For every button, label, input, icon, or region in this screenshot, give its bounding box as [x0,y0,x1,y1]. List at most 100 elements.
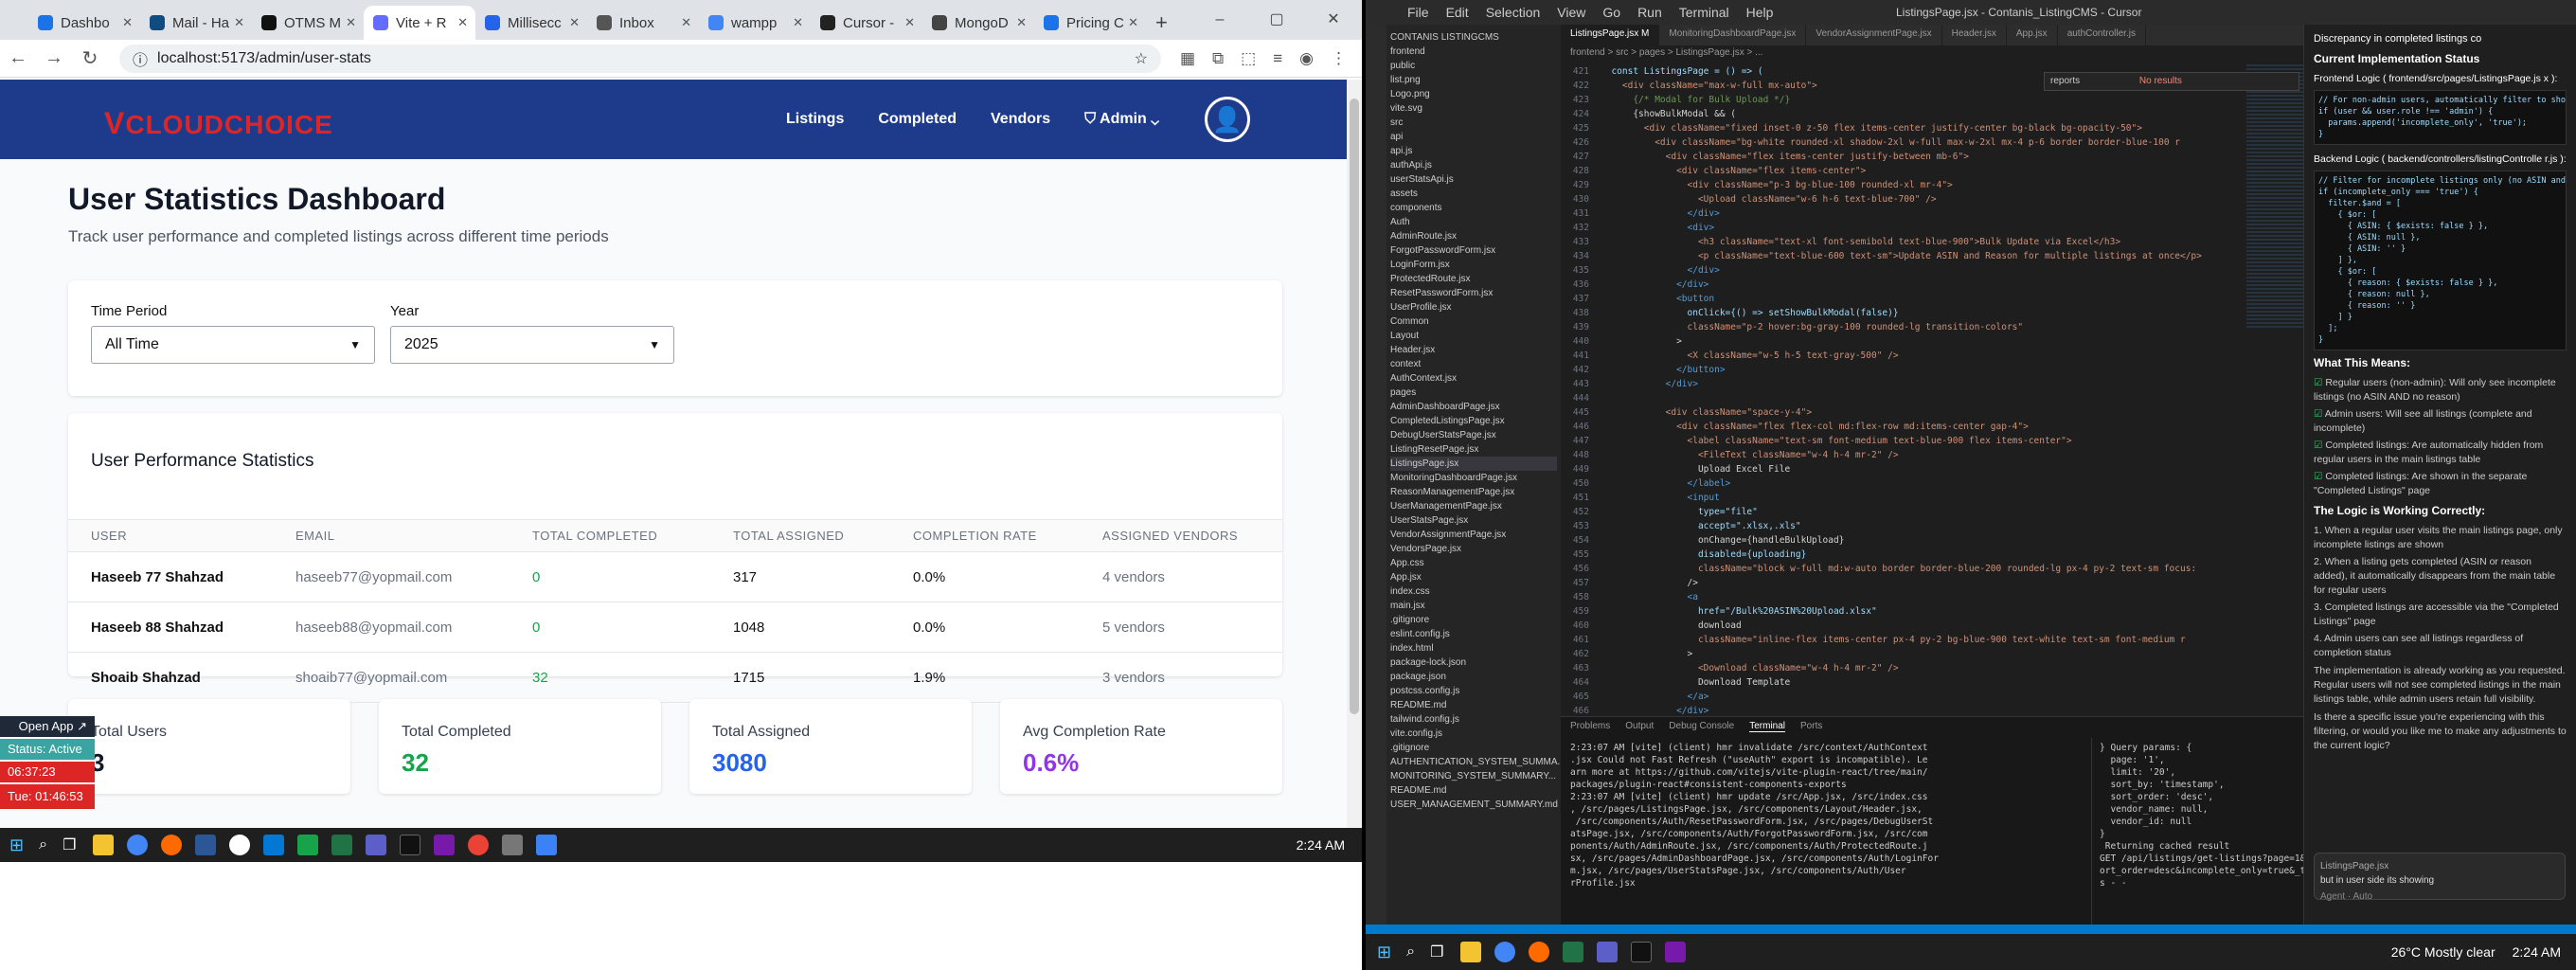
nav-completed[interactable]: Completed [878,111,957,128]
weather-widget[interactable]: 26°C Mostly clear [2391,944,2496,960]
explorer-item[interactable]: frontend [1390,45,1557,59]
cursor-icon[interactable] [1631,942,1653,962]
code-line[interactable]: 444 [1561,391,2303,405]
code-line[interactable]: 433 <h3 className="text-xl font-semibold… [1561,235,2303,249]
explorer-item[interactable]: package-lock.json [1390,656,1557,670]
nav-listings[interactable]: Listings [786,111,844,128]
new-tab-icon[interactable]: + [1155,6,1168,40]
table-row[interactable]: Haseeb 77 Shahzad haseeb77@yopmail.com 0 31… [68,551,1282,602]
editor-tab[interactable]: Header.jsx [1942,25,2007,45]
chat-input[interactable]: ListingsPage.jsx but in user side its sh… [2314,853,2566,902]
agent-mode-select[interactable]: Agent [2320,891,2345,902]
ide-menu-item[interactable]: Help [1746,5,1774,20]
reload-icon[interactable]: ↻ [72,46,108,70]
explorer-item[interactable]: AuthContext.jsx [1390,371,1557,386]
code-line[interactable]: 456 className="block w-full md:w-auto bo… [1561,562,2303,576]
code-line[interactable]: 455 disabled={uploading} [1561,548,2303,562]
explorer-item[interactable]: Layout [1390,329,1557,343]
explorer-item[interactable]: CONTANIS LISTINGCMS [1390,30,1557,45]
code-line[interactable]: 441 <X className="w-5 h-5 text-gray-500"… [1561,349,2303,363]
nav-vendors[interactable]: Vendors [991,111,1050,128]
explorer-item[interactable]: eslint.config.js [1390,627,1557,641]
chrome-icon[interactable] [468,835,490,855]
code-line[interactable]: 424 {showBulkModal && ( [1561,107,2303,121]
terminal-output[interactable]: 2:23:07 AM [vite] (client) hmr invalidat… [1561,738,2091,927]
explorer-item[interactable]: api.js [1390,144,1557,158]
app-icon[interactable] [229,835,251,855]
code-line[interactable]: 454 onChange={handleBulkUpload} [1561,533,2303,548]
search-icon[interactable]: ⌕ [1406,943,1415,961]
code-line[interactable]: 429 <div className="p-3 bg-blue-100 roun… [1561,178,2303,192]
code-line[interactable]: 428 <div className="flex items-center"> [1561,164,2303,178]
app-icon[interactable] [195,835,217,855]
file-explorer-icon[interactable] [93,835,115,855]
chrome-icon[interactable] [1494,942,1516,962]
browser-tab[interactable]: Dashbo ✕ [28,6,140,40]
code-line[interactable]: 440 > [1561,334,2303,349]
explorer-item[interactable]: ListingResetPage.jsx [1390,442,1557,457]
code-area[interactable]: 421 const ListingsPage = () => (422 <div… [1561,64,2303,718]
tab-close-icon[interactable]: ✕ [1016,15,1027,30]
year-select[interactable]: 2025 ▼ [390,326,674,364]
explorer-item[interactable]: VendorAssignmentPage.jsx [1390,528,1557,542]
code-line[interactable]: 438 onClick={() => setShowBulkModal(fals… [1561,306,2303,320]
code-line[interactable]: 431 </div> [1561,207,2303,221]
explorer-item[interactable]: MonitoringDashboardPage.jsx [1390,471,1557,485]
editor-tab[interactable]: ListingsPage.jsx M [1561,25,1660,45]
explorer-item[interactable]: UserProfile.jsx [1390,300,1557,314]
explorer-item[interactable]: list.png [1390,73,1557,87]
explorer-item[interactable]: MONITORING_SYSTEM_SUMMARY... [1390,769,1557,783]
tab-close-icon[interactable]: ✕ [1128,15,1138,30]
code-line[interactable]: 427 <div className="flex items-center ju… [1561,150,2303,164]
forward-icon[interactable]: → [36,47,72,69]
code-line[interactable]: 447 <label className="text-sm font-mediu… [1561,434,2303,448]
explorer-item[interactable]: AUTHENTICATION_SYSTEM_SUMMA... [1390,755,1561,769]
table-column-header[interactable]: COMPLETION RATE [890,519,1080,552]
code-line[interactable]: 458 <a [1561,590,2303,604]
explorer-item[interactable]: ListingsPage.jsx [1390,457,1557,471]
explorer-item[interactable]: src [1390,116,1557,130]
code-line[interactable]: 443 </div> [1561,377,2303,391]
explorer-item[interactable]: pages [1390,386,1557,400]
explorer-item[interactable]: tailwind.config.js [1390,712,1557,727]
task-view-icon[interactable]: ❐ [1430,943,1443,961]
page-scrollbar[interactable] [1347,80,1362,828]
profile-icon[interactable]: ◉ [1299,49,1314,68]
explorer-item[interactable]: CompletedListingsPage.jsx [1390,414,1557,428]
code-line[interactable]: 451 <input [1561,491,2303,505]
explorer-item[interactable]: README.md [1390,698,1557,712]
explorer-item[interactable]: main.jsx [1390,599,1557,613]
scroll-thumb[interactable] [1350,99,1359,714]
code-line[interactable]: 453 accept=".xlsx,.xls" [1561,519,2303,533]
tab-close-icon[interactable]: ✕ [346,15,356,30]
media-icon[interactable]: ≡ [1273,49,1282,68]
tab-close-icon[interactable]: ✕ [569,15,580,30]
table-column-header[interactable]: EMAIL [273,519,510,552]
explorer-item[interactable]: postcss.config.js [1390,684,1557,698]
taskbar-clock[interactable]: 2:24 AM [1297,837,1362,853]
explorer-item[interactable]: App.jsx [1390,570,1557,584]
explorer-item[interactable]: AdminRoute.jsx [1390,229,1557,243]
minimap[interactable] [2246,64,2303,330]
code-line[interactable]: 459 href="/Bulk%20ASIN%20Upload.xlsx" [1561,604,2303,619]
app-icon[interactable] [502,835,524,855]
explorer-item[interactable]: ReasonManagementPage.jsx [1390,485,1557,499]
explorer-item[interactable]: Common [1390,314,1557,329]
extension-icon[interactable]: ▦ [1180,49,1195,68]
code-line[interactable]: 464 Download Template [1561,675,2303,690]
code-line[interactable]: 437 <button [1561,292,2303,306]
explorer-item[interactable]: USER_MANAGEMENT_SUMMARY.md [1390,798,1558,812]
panel-tab[interactable]: Output [1625,721,1654,732]
chat-input-text[interactable]: but in user side its showing [2320,873,2559,888]
ide-menu-item[interactable]: View [1557,5,1585,20]
browser-tab[interactable]: Pricing C ✕ [1034,6,1146,40]
file-explorer-icon[interactable] [1460,942,1482,962]
ide-menu-item[interactable]: Go [1602,5,1620,20]
teams-icon[interactable] [1597,942,1619,962]
menu-kebab-icon[interactable]: ⋮ [1331,49,1347,68]
app-logo[interactable]: VCLOUDCHOICE [104,106,333,141]
close-icon[interactable]: ✕ [1305,0,1362,40]
explorer-item[interactable]: ResetPasswordForm.jsx [1390,286,1557,300]
table-column-header[interactable]: TOTAL COMPLETED [510,519,710,552]
table-column-header[interactable]: TOTAL ASSIGNED [710,519,890,552]
